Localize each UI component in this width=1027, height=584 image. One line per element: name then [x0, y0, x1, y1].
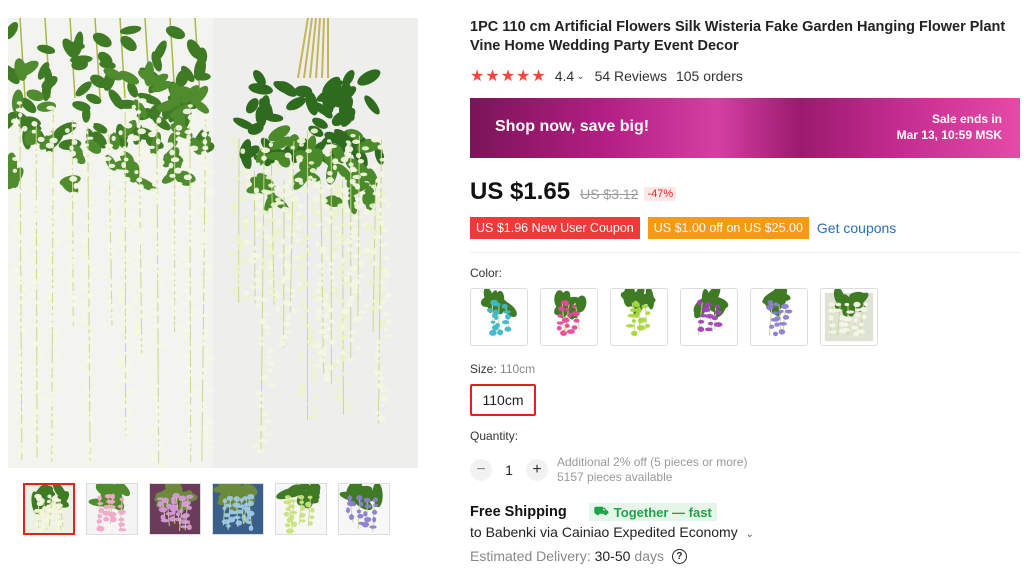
original-price: US $3.12 [580, 186, 639, 202]
thumbnail-strip [23, 483, 390, 535]
shipping-destination-text: to Babenki via Cainiao Expedited Economy [470, 524, 738, 540]
sale-countdown: Sale ends in Mar 13, 10:59 MSK [897, 111, 1002, 143]
discount-badge: -47% [644, 187, 677, 201]
quantity-note: Additional 2% off (5 pieces or more) 515… [557, 455, 748, 485]
sale-ends-label: Sale ends in [931, 112, 1002, 126]
help-icon[interactable]: ? [671, 548, 687, 564]
shipping-destination[interactable]: to Babenki via Cainiao Expedited Economy… [470, 524, 1020, 540]
shipping-tag: ⛟ Together — fast [588, 503, 717, 521]
chevron-down-icon[interactable]: ⌄ [576, 71, 584, 82]
thumbnail-1[interactable] [23, 483, 75, 535]
thumbnail-2[interactable] [86, 483, 138, 535]
main-product-image[interactable] [8, 18, 418, 468]
thumbnail-6[interactable] [338, 483, 390, 535]
promo-headline: Shop now, save big! [495, 118, 650, 135]
chevron-down-icon[interactable]: ⌄ [746, 529, 754, 540]
color-option-pink[interactable] [540, 288, 598, 346]
rating-value[interactable]: 4.4 [555, 68, 574, 84]
color-option-green[interactable] [610, 288, 668, 346]
quantity-value[interactable]: 1 [492, 462, 526, 478]
get-coupons-link[interactable]: Get coupons [817, 220, 896, 236]
orders-count: 105 orders [675, 68, 743, 84]
color-option-lavender[interactable] [750, 288, 808, 346]
stock-available: 5157 pieces available [557, 470, 673, 484]
color-option-blue[interactable] [470, 288, 528, 346]
quantity-stepper: − 1 + Additional 2% off (5 pieces or mor… [470, 455, 1020, 485]
delivery-label: Estimated Delivery: [470, 548, 591, 564]
color-swatches [470, 288, 1020, 346]
size-option-110cm[interactable]: 110cm [470, 384, 536, 416]
reviews-link[interactable]: 54 Reviews [595, 68, 667, 84]
estimated-delivery: Estimated Delivery: 30-50 days ? [470, 548, 1020, 564]
size-label: Size: 110cm [470, 362, 1020, 376]
sale-ends-date: Mar 13, 10:59 MSK [896, 128, 1002, 142]
quantity-decrease-button[interactable]: − [470, 459, 492, 481]
price-row: US $1.65 US $3.12 -47% [470, 178, 1020, 206]
shipping-title: Free Shipping [470, 504, 567, 520]
product-title: 1PC 110 cm Artificial Flowers Silk Wiste… [470, 19, 1006, 54]
color-label: Color: [470, 266, 503, 280]
promo-banner[interactable]: Shop now, save big! Sale ends in Mar 13,… [470, 98, 1020, 158]
new-user-coupon[interactable]: US $1.96 New User Coupon [470, 217, 640, 239]
rating-stars: ★★★★★ [470, 68, 547, 85]
size-label-text: Size: [470, 362, 497, 376]
coupon-row: US $1.96 New User Coupon US $1.00 off on… [470, 217, 1020, 239]
rating-row: ★★★★★ 4.4 ⌄ 54 Reviews 105 orders [470, 66, 1020, 86]
delivery-days: 30-50 [594, 548, 631, 564]
color-option-purple[interactable] [680, 288, 738, 346]
product-info: 1PC 110 cm Artificial Flowers Silk Wiste… [470, 18, 1020, 564]
quantity-increase-button[interactable]: + [526, 459, 548, 481]
size-selected-value: 110cm [500, 362, 536, 376]
shipping-tag-label: Together — fast [613, 504, 712, 520]
divider [470, 252, 1020, 253]
thumbnail-4[interactable] [212, 483, 264, 535]
quantity-label: Quantity: [470, 429, 519, 443]
thumbnail-3[interactable] [149, 483, 201, 535]
color-option-white[interactable] [820, 288, 878, 346]
thumbnail-5[interactable] [275, 483, 327, 535]
store-coupon[interactable]: US $1.00 off on US $25.00 [647, 217, 809, 239]
bulk-discount-note: Additional 2% off (5 pieces or more) [557, 455, 748, 469]
current-price: US $1.65 [470, 178, 571, 205]
truck-icon: ⛟ [593, 504, 609, 518]
shipping-row: Free Shipping ⛟ Together — fast [470, 503, 1020, 521]
delivery-unit: days [634, 548, 664, 564]
